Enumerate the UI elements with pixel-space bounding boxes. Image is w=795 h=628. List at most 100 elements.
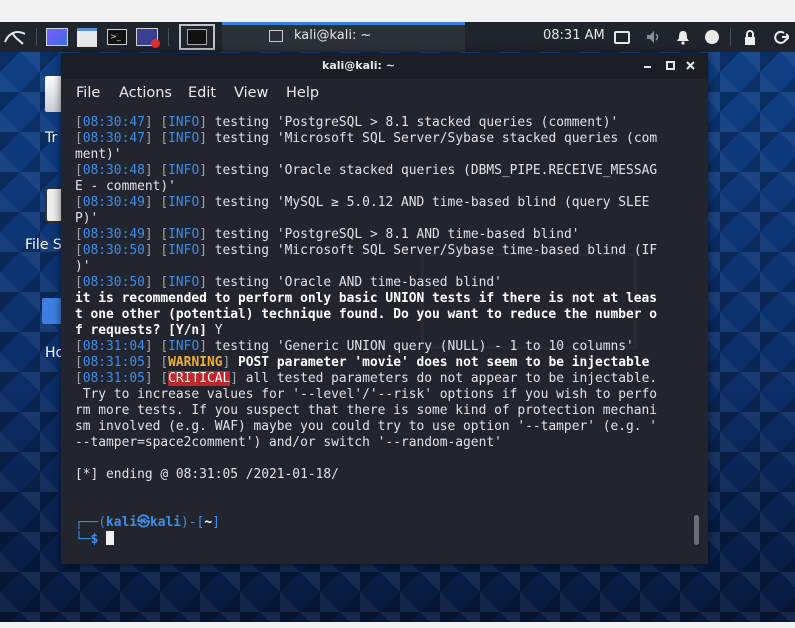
terminal-text: INFO [168,243,200,258]
terminal-text: ] [ [144,275,169,290]
terminal-line: ment)' [75,147,683,163]
terminal-text: [*] ending @ 08:31:05 /2021-01-18/ [75,467,339,482]
terminal-text: ] [199,243,207,258]
desktop-show-icon[interactable] [44,22,70,52]
terminal-line: f requests? [Y/n] Y [75,323,683,339]
menu-help[interactable]: Help [286,85,319,101]
terminal-text: ] [199,115,207,130]
terminal-line: rm more tests. If you suspect that there… [75,403,683,419]
menu-file[interactable]: File [76,85,100,101]
terminal-text: E - comment)' [75,179,176,194]
terminal-text: ] [199,339,207,354]
terminal-line: └─$ [75,531,683,547]
screen-tool-icon[interactable] [134,22,160,52]
filesystem-label: File S [25,237,62,253]
terminal-text: 08:30:48 [82,163,145,178]
terminal-text: )-[ [181,515,205,530]
terminal-text: ] [199,163,207,178]
terminal-line: [08:30:47] [INFO] testing 'Microsoft SQL… [75,131,683,147]
kali-dragon-icon[interactable] [0,22,30,52]
terminal-text: ] [199,131,207,146]
volume-icon[interactable] [644,22,664,52]
terminal-text: [ [75,355,83,370]
bottom-strip [0,622,795,628]
terminal-text: testing 'Oracle AND time-based blind' [206,275,502,290]
terminal-text: INFO [168,163,200,178]
terminal-text: ~ [204,515,213,530]
clock[interactable]: 08:31 AM [543,28,605,43]
terminal-text: rm more tests. If you suspect that there… [75,403,658,418]
top-strip [0,0,795,22]
close-icon[interactable] [686,61,695,70]
terminal-text: all tested parameters do not appear to b… [238,371,658,386]
terminal-text: sm involved (e.g. WAF) maybe you could t… [75,419,658,434]
taskbar-separator [36,28,37,46]
window-titlebar[interactable]: kali@kali: ~ [61,53,708,79]
terminal-text: ] [ [144,163,169,178]
terminal-scrollbar[interactable] [694,515,699,545]
terminal-text: )' [75,259,91,274]
terminal-text: testing 'PostgreSQL > 8.1 stacked querie… [206,115,619,130]
terminal-text: t one other (potential) technique found.… [75,307,658,322]
lock-icon[interactable] [742,22,758,52]
terminal-text: [ [75,243,83,258]
terminal-line: P)' [75,211,683,227]
logout-icon[interactable] [772,22,790,52]
menu-bar: File Actions Edit View Help [61,79,708,109]
terminal-line: [08:30:49] [INFO] testing 'PostgreSQL > … [75,227,683,243]
taskbar-separator [168,28,169,46]
display-icon[interactable] [614,22,630,52]
file-manager-icon[interactable] [74,22,100,52]
terminal-line: [08:30:47] [INFO] testing 'PostgreSQL > … [75,115,683,131]
update-icon[interactable] [703,22,721,52]
terminal-text: testing 'PostgreSQL > 8.1 AND time-based… [206,227,580,242]
terminal-text: ] [ [144,339,169,354]
terminal-text: it is recommended to perform only basic … [75,291,658,306]
terminal-text: testing 'Oracle stacked queries (DBMS_PI… [206,163,658,178]
terminal-text: 08:31:05 [82,355,145,370]
terminal-text: 08:30:49 [82,195,145,210]
notification-bell-icon[interactable] [674,22,692,52]
terminal-text: testing 'Microsoft SQL Server/Sybase sta… [206,131,658,146]
terminal-line: sm involved (e.g. WAF) maybe you could t… [75,419,683,435]
terminal-line: [08:30:49] [INFO] testing 'MySQL ≥ 5.0.1… [75,195,683,211]
terminal-text: 08:30:49 [82,227,145,242]
maximize-icon[interactable] [666,61,675,70]
terminal-text: ] [ [144,355,169,370]
terminal-line: [08:30:48] [INFO] testing 'Oracle stacke… [75,163,683,179]
terminal-text: [ [75,339,83,354]
terminal-output[interactable]: [08:30:47] [INFO] testing 'PostgreSQL > … [75,115,683,547]
terminal-text: kali㉿kali [106,515,182,530]
terminal-text: INFO [168,195,200,210]
terminal-text: ] [ [144,195,169,210]
terminal-line: ┌──(kali㉿kali)-[~] [75,515,683,531]
terminal-text: 08:31:05 [82,371,145,386]
menu-view[interactable]: View [234,85,268,101]
terminal-line: E - comment)' [75,179,683,195]
terminal-line: Try to increase values for '--level'/'--… [75,387,683,403]
terminal-text: [ [75,227,83,242]
terminal-text: testing 'Generic UNION query (NULL) - 1 … [206,339,634,354]
terminal-active-icon[interactable] [179,24,215,50]
menu-actions[interactable]: Actions [119,85,172,101]
menu-edit[interactable]: Edit [188,85,216,101]
terminal-text: testing 'MySQL ≥ 5.0.12 AND time-based b… [206,195,650,210]
active-window-task[interactable]: kali@kali: ~ [222,22,465,52]
terminal-line: )' [75,259,683,275]
terminal-text: [ [75,195,83,210]
terminal-text: INFO [168,115,200,130]
terminal-cursor [106,531,115,545]
terminal-icon[interactable]: >_ [104,22,130,52]
terminal-text: ment)' [75,147,122,162]
terminal-text: ] [199,195,207,210]
active-window-label: kali@kali: ~ [294,28,372,43]
terminal-small-icon [269,30,283,42]
terminal-line: [08:31:05] [CRITICAL] all tested paramet… [75,371,683,387]
window-title: kali@kali: ~ [322,59,396,72]
minimize-icon[interactable] [644,66,651,68]
terminal-text: 08:30:47 [82,131,145,146]
terminal-line: it is recommended to perform only basic … [75,291,683,307]
